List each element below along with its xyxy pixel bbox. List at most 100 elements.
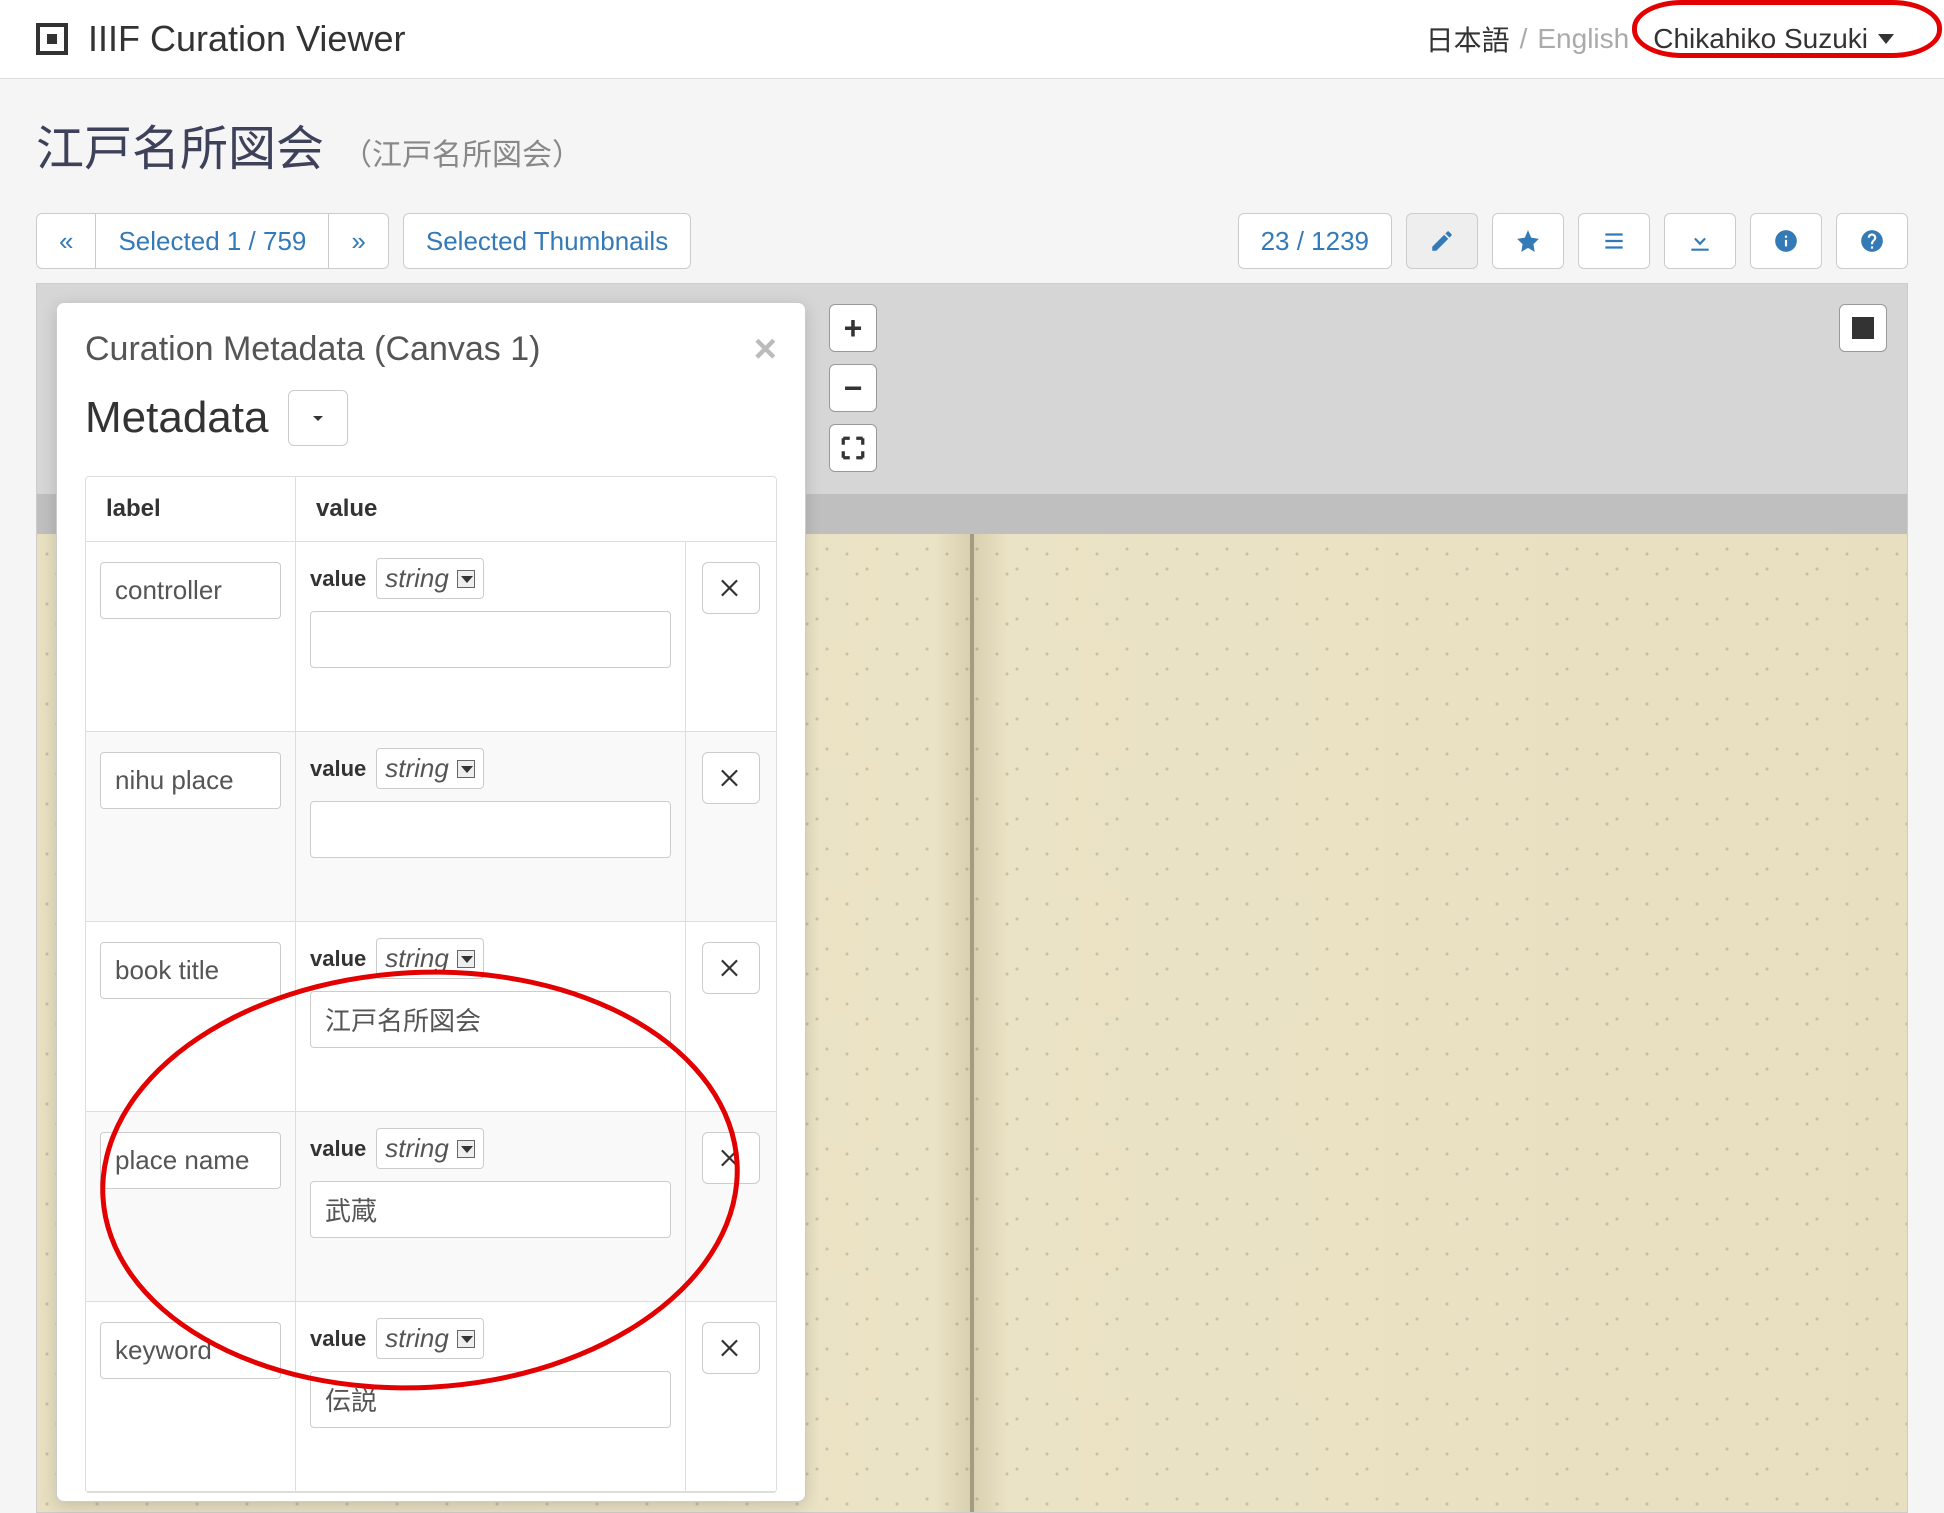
metadata-row: value string (86, 542, 776, 732)
label-input[interactable] (100, 752, 281, 809)
app-title: IIIF Curation Viewer (88, 18, 405, 60)
type-select[interactable]: string (376, 748, 484, 789)
metadata-panel: Curation Metadata (Canvas 1) × Metadata … (56, 302, 806, 1502)
metadata-section-row: Metadata (85, 390, 777, 446)
value-input[interactable] (310, 991, 671, 1048)
selected-indicator[interactable]: Selected 1 / 759 (96, 213, 329, 269)
delete-row-button[interactable] (702, 942, 760, 994)
dropdown-caret-icon (457, 950, 475, 968)
value-type-row: value string (310, 1128, 671, 1169)
edit-button[interactable] (1406, 213, 1478, 269)
dropdown-caret-icon (457, 1140, 475, 1158)
viewer-zoom-controls: + − (829, 304, 877, 472)
type-select[interactable]: string (376, 1128, 484, 1169)
prev-button[interactable]: « (36, 213, 96, 269)
star-icon (1515, 228, 1541, 254)
value-input[interactable] (310, 611, 671, 668)
metadata-panel-title: Curation Metadata (Canvas 1) (85, 330, 540, 369)
value-input[interactable] (310, 1181, 671, 1238)
metadata-row: value string (86, 1302, 776, 1492)
metadata-panel-header: Curation Metadata (Canvas 1) × (85, 327, 777, 372)
lang-separator: / (1520, 23, 1528, 55)
close-icon (718, 1145, 744, 1171)
close-icon (718, 575, 744, 601)
metadata-cell-label (86, 1302, 296, 1491)
metadata-cell-value: value string (296, 1112, 686, 1301)
close-icon (718, 765, 744, 791)
lang-english[interactable]: English (1537, 23, 1629, 55)
delete-row-button[interactable] (702, 562, 760, 614)
list-button[interactable] (1578, 213, 1650, 269)
download-icon (1687, 228, 1713, 254)
pager-group: « Selected 1 / 759 » (36, 213, 389, 269)
document-title-row: 江戸名所図会 （江戸名所図会） (36, 109, 1908, 179)
value-label-text: value (310, 1326, 366, 1352)
type-select[interactable]: string (376, 938, 484, 979)
delete-row-button[interactable] (702, 752, 760, 804)
value-label-text: value (310, 1136, 366, 1162)
metadata-cell-action (686, 922, 776, 1111)
thumbnails-button[interactable]: Selected Thumbnails (403, 213, 691, 269)
document-title: 江戸名所図会 (36, 109, 324, 179)
help-button[interactable] (1836, 213, 1908, 269)
stop-button[interactable] (1839, 304, 1887, 352)
metadata-section-title: Metadata (85, 393, 268, 443)
delete-row-button[interactable] (702, 1132, 760, 1184)
metadata-cell-label (86, 542, 296, 731)
label-input[interactable] (100, 562, 281, 619)
close-button[interactable]: × (754, 327, 777, 372)
label-input[interactable] (100, 1132, 281, 1189)
metadata-row: valuestring (86, 922, 776, 1112)
type-select-text: string (385, 1323, 457, 1354)
info-button[interactable] (1750, 213, 1822, 269)
lang-japanese[interactable]: 日本語 (1426, 19, 1510, 59)
metadata-cell-action (686, 1302, 776, 1491)
value-input[interactable] (310, 1371, 671, 1428)
th-value: value (296, 477, 776, 541)
type-select-text: string (385, 753, 457, 784)
metadata-table-head: label value (86, 477, 776, 542)
value-type-row: value string (310, 748, 671, 789)
close-icon (718, 1335, 744, 1361)
value-label-text: value (310, 756, 366, 782)
user-name: Chikahiko Suzuki (1653, 23, 1868, 55)
metadata-cell-action (686, 542, 776, 731)
list-icon (1601, 228, 1627, 254)
zoom-in-button[interactable]: + (829, 304, 877, 352)
metadata-cell-value: value string (296, 732, 686, 921)
chevron-down-icon (306, 406, 330, 430)
label-input[interactable] (100, 1322, 281, 1379)
type-select[interactable]: string (376, 558, 484, 599)
metadata-collapse-button[interactable] (288, 390, 348, 446)
metadata-cell-action (686, 1112, 776, 1301)
value-input[interactable] (310, 801, 671, 858)
logo-icon (36, 23, 68, 55)
value-type-row: valuestring (310, 938, 671, 979)
next-button[interactable]: » (329, 213, 388, 269)
fullscreen-button[interactable] (829, 424, 877, 472)
dropdown-caret-icon (457, 1330, 475, 1348)
user-menu-toggle[interactable]: Chikahiko Suzuki (1639, 21, 1908, 57)
document-subtitle: （江戸名所図会） (342, 130, 582, 174)
dropdown-caret-icon (457, 760, 475, 778)
zoom-out-button[interactable]: − (829, 364, 877, 412)
metadata-row: value string (86, 1112, 776, 1302)
stop-icon (1852, 317, 1874, 339)
label-input[interactable] (100, 942, 281, 999)
fullscreen-icon (840, 435, 866, 461)
metadata-cell-label (86, 922, 296, 1111)
favorite-button[interactable] (1492, 213, 1564, 269)
metadata-cell-value: value string (296, 542, 686, 731)
value-label-text: value (310, 566, 366, 592)
value-type-row: value string (310, 1318, 671, 1359)
metadata-cell-label (86, 732, 296, 921)
page-indicator[interactable]: 23 / 1239 (1238, 213, 1392, 269)
type-select-text: string (385, 943, 457, 974)
top-bar-right: 日本語 / English Chikahiko Suzuki (1426, 19, 1908, 59)
type-select-text: string (385, 1133, 457, 1164)
toolbar: « Selected 1 / 759 » Selected Thumbnails… (36, 213, 1908, 269)
metadata-table-body: valuestringvaluestringvaluestringvaluest… (86, 542, 776, 1492)
delete-row-button[interactable] (702, 1322, 760, 1374)
download-button[interactable] (1664, 213, 1736, 269)
type-select[interactable]: string (376, 1318, 484, 1359)
